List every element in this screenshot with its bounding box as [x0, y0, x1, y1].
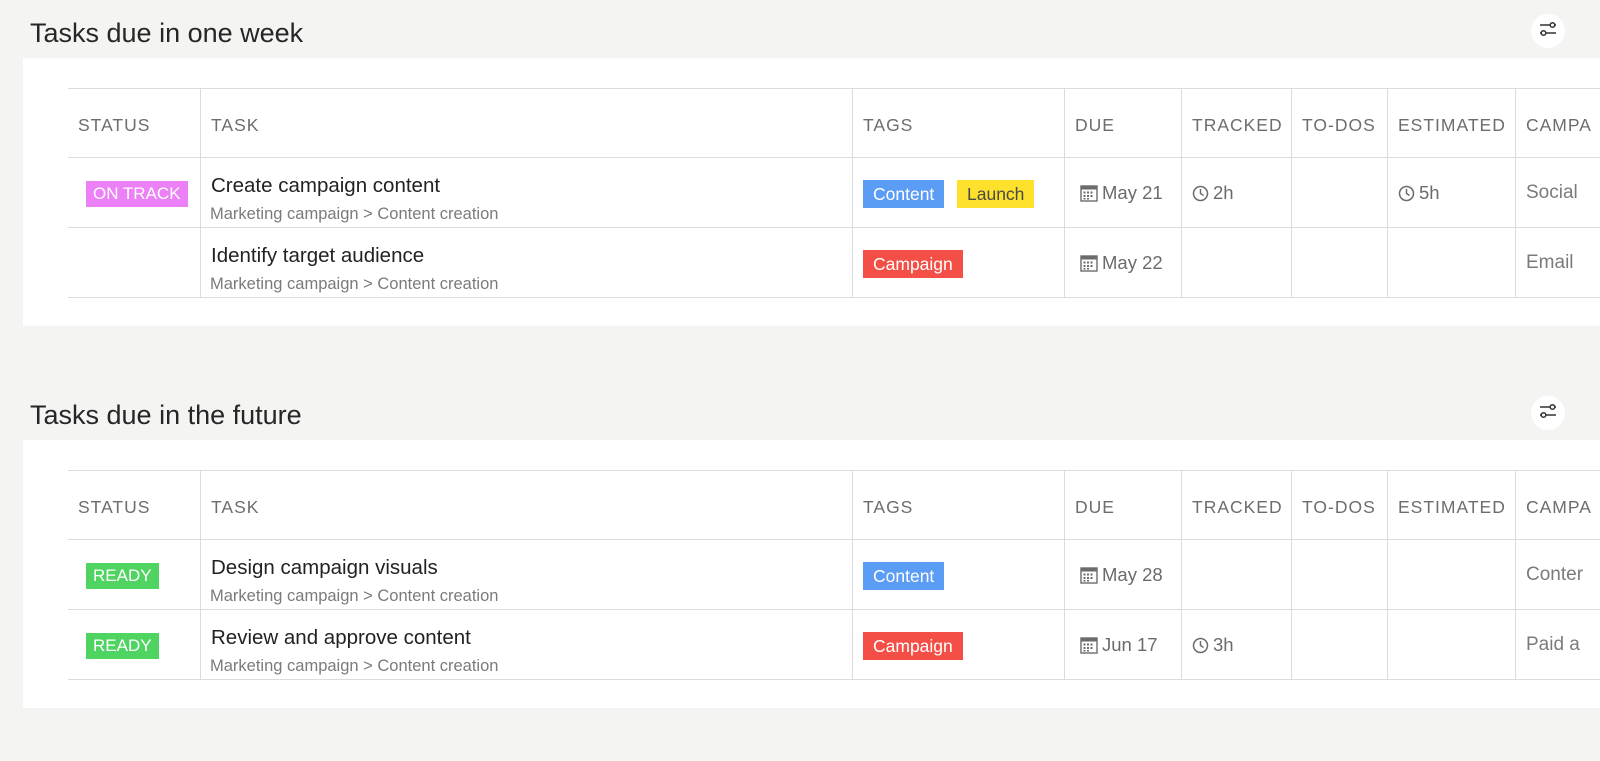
- campaign-value: Paid a: [1526, 634, 1580, 655]
- task-cell[interactable]: Review and approve content Marketing cam…: [201, 610, 853, 679]
- task-cell[interactable]: Identify target audience Marketing campa…: [201, 228, 853, 297]
- column-header-estimated[interactable]: ESTIMATED: [1388, 471, 1516, 539]
- tracked-time: 3h: [1213, 634, 1234, 655]
- calendar-icon: [1080, 636, 1098, 654]
- calendar-icon: [1080, 184, 1098, 202]
- due-date: Jun 17: [1102, 634, 1158, 655]
- due-cell[interactable]: May 21: [1065, 158, 1182, 227]
- task-name[interactable]: Design campaign visuals: [211, 556, 438, 580]
- clock-icon: [1192, 637, 1209, 654]
- column-header-due[interactable]: DUE: [1065, 471, 1182, 539]
- column-header-tags[interactable]: TAGS: [853, 89, 1065, 157]
- filter-button[interactable]: [1531, 396, 1565, 430]
- tracked-cell[interactable]: [1182, 540, 1292, 609]
- column-header-due[interactable]: DUE: [1065, 89, 1182, 157]
- estimated-cell[interactable]: 5h: [1388, 158, 1516, 227]
- due-date: May 22: [1102, 252, 1163, 273]
- task-cell[interactable]: Design campaign visuals Marketing campai…: [201, 540, 853, 609]
- table-header-row: STATUS TASK TAGS DUE TRACKED TO-DOS ESTI…: [68, 88, 1600, 158]
- due-cell[interactable]: Jun 17: [1065, 610, 1182, 679]
- column-header-campaign[interactable]: CAMPA: [1516, 89, 1600, 157]
- tags-cell[interactable]: Content Launch: [853, 158, 1065, 227]
- tag-content[interactable]: Content: [863, 562, 945, 590]
- estimated-cell[interactable]: [1388, 610, 1516, 679]
- due-date: May 21: [1102, 182, 1163, 203]
- task-path: Marketing campaign > Content creation: [210, 205, 499, 223]
- due-date: May 28: [1102, 564, 1163, 585]
- table-row[interactable]: ON TRACK Create campaign content Marketi…: [68, 158, 1600, 228]
- status-cell[interactable]: READY: [68, 610, 201, 679]
- status-badge: ON TRACK: [86, 181, 188, 207]
- table-header-row: STATUS TASK TAGS DUE TRACKED TO-DOS ESTI…: [68, 470, 1600, 540]
- task-table-card: STATUS TASK TAGS DUE TRACKED TO-DOS ESTI…: [23, 440, 1600, 708]
- status-cell[interactable]: ON TRACK: [68, 158, 201, 227]
- column-header-todos[interactable]: TO-DOS: [1292, 89, 1388, 157]
- calendar-icon: [1080, 566, 1098, 584]
- task-table: STATUS TASK TAGS DUE TRACKED TO-DOS ESTI…: [68, 88, 1600, 298]
- campaign-cell[interactable]: Conter: [1516, 540, 1600, 609]
- tracked-cell[interactable]: [1182, 228, 1292, 297]
- tracked-cell[interactable]: 2h: [1182, 158, 1292, 227]
- column-header-status[interactable]: STATUS: [68, 89, 201, 157]
- table-row[interactable]: READY Design campaign visuals Marketing …: [68, 540, 1600, 610]
- estimated-time: 5h: [1419, 182, 1440, 203]
- tag-campaign[interactable]: Campaign: [863, 632, 963, 660]
- tag-content[interactable]: Content: [863, 180, 945, 208]
- column-header-tags[interactable]: TAGS: [853, 471, 1065, 539]
- status-cell[interactable]: READY: [68, 540, 201, 609]
- task-path: Marketing campaign > Content creation: [210, 275, 499, 293]
- column-header-estimated[interactable]: ESTIMATED: [1388, 89, 1516, 157]
- task-cell[interactable]: Create campaign content Marketing campai…: [201, 158, 853, 227]
- tag-campaign[interactable]: Campaign: [863, 250, 963, 278]
- column-header-task[interactable]: TASK: [201, 471, 853, 539]
- task-name[interactable]: Create campaign content: [211, 174, 440, 198]
- task-name[interactable]: Review and approve content: [211, 626, 471, 650]
- tracked-cell[interactable]: 3h: [1182, 610, 1292, 679]
- tags-cell[interactable]: Content: [853, 540, 1065, 609]
- section-title: Tasks due in one week: [30, 18, 304, 48]
- campaign-cell[interactable]: Social: [1516, 158, 1600, 227]
- todos-cell[interactable]: [1292, 158, 1388, 227]
- column-header-status[interactable]: STATUS: [68, 471, 201, 539]
- sliders-icon: [1539, 403, 1557, 424]
- status-cell[interactable]: [68, 228, 201, 297]
- due-cell[interactable]: May 22: [1065, 228, 1182, 297]
- status-badge: READY: [86, 633, 159, 659]
- table-row[interactable]: Identify target audience Marketing campa…: [68, 228, 1600, 298]
- tags-cell[interactable]: Campaign: [853, 228, 1065, 297]
- column-header-tracked[interactable]: TRACKED: [1182, 89, 1292, 157]
- tags-cell[interactable]: Campaign: [853, 610, 1065, 679]
- task-table: STATUS TASK TAGS DUE TRACKED TO-DOS ESTI…: [68, 470, 1600, 680]
- clock-icon: [1192, 185, 1209, 202]
- tag-launch[interactable]: Launch: [957, 180, 1035, 208]
- table-row[interactable]: READY Review and approve content Marketi…: [68, 610, 1600, 680]
- column-header-campaign[interactable]: CAMPA: [1516, 471, 1600, 539]
- campaign-value: Email: [1526, 252, 1574, 273]
- calendar-icon: [1080, 254, 1098, 272]
- tracked-time: 2h: [1213, 182, 1234, 203]
- campaign-cell[interactable]: Paid a: [1516, 610, 1600, 679]
- campaign-value: Social: [1526, 182, 1578, 203]
- campaign-value: Conter: [1526, 564, 1584, 585]
- due-cell[interactable]: May 28: [1065, 540, 1182, 609]
- task-path: Marketing campaign > Content creation: [210, 657, 499, 675]
- todos-cell[interactable]: [1292, 540, 1388, 609]
- column-header-task[interactable]: TASK: [201, 89, 853, 157]
- clock-icon: [1398, 185, 1415, 202]
- todos-cell[interactable]: [1292, 610, 1388, 679]
- column-header-tracked[interactable]: TRACKED: [1182, 471, 1292, 539]
- column-header-todos[interactable]: TO-DOS: [1292, 471, 1388, 539]
- task-name[interactable]: Identify target audience: [211, 244, 424, 268]
- status-badge: READY: [86, 563, 159, 589]
- task-path: Marketing campaign > Content creation: [210, 587, 499, 605]
- section-title: Tasks due in the future: [30, 400, 302, 430]
- todos-cell[interactable]: [1292, 228, 1388, 297]
- sliders-icon: [1539, 21, 1557, 42]
- campaign-cell[interactable]: Email: [1516, 228, 1600, 297]
- filter-button[interactable]: [1531, 14, 1565, 48]
- task-table-card: STATUS TASK TAGS DUE TRACKED TO-DOS ESTI…: [23, 58, 1600, 326]
- estimated-cell[interactable]: [1388, 228, 1516, 297]
- estimated-cell[interactable]: [1388, 540, 1516, 609]
